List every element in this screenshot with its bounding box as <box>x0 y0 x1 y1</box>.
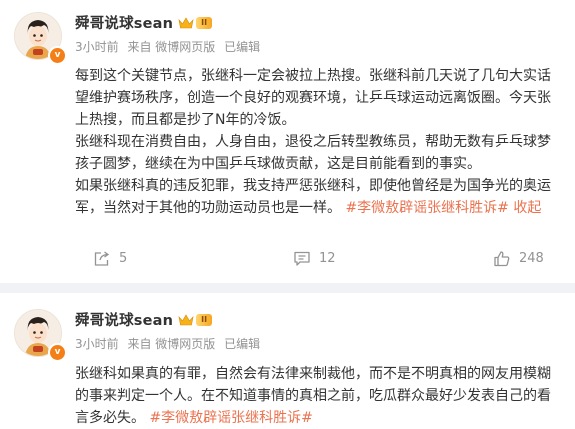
post-divider <box>0 283 575 293</box>
post-line: 孩子圆梦，继续在为中国乒乓球做贡献，这是目前能看到的事实。 <box>75 156 481 172</box>
collapse-link[interactable]: 收起 <box>513 200 541 216</box>
level-badge: II <box>196 16 213 29</box>
post-source: 来自 微博网页版 <box>127 40 216 54</box>
post-line: 张继科现在消费自由，人身自由，退役之后转型教练员，帮助无数有乒乓球梦 <box>75 134 551 150</box>
hashtag-link[interactable]: #李微敖辟谣张继科胜诉# <box>345 200 508 216</box>
post-meta: 3小时前 来自 微博网页版 已编辑 <box>75 335 265 352</box>
post-line: 望维护赛场秩序，创造一个良好的观赛环境，让乒乓球运动远离饭圈。今天张 <box>75 90 551 106</box>
thumbs-up-icon <box>494 251 510 267</box>
edited-label[interactable]: 已编辑 <box>224 337 260 351</box>
post-time[interactable]: 3小时前 <box>75 40 119 54</box>
username-link[interactable]: 舜哥说球sean <box>75 12 173 33</box>
comment-count: 12 <box>319 251 336 266</box>
post-source: 来自 微博网页版 <box>127 337 216 351</box>
crown-icon <box>178 17 194 29</box>
comment-button[interactable]: 12 <box>293 250 336 267</box>
post-line: 言多必失。 <box>75 410 145 426</box>
post-line: 军，当然对于其他的功勋运动员也是一样。 <box>75 200 341 216</box>
post-actions: 5 12 248 <box>0 250 575 272</box>
post-line: 的事来判定一个人。在不知道事情的真相之前，吃瓜群众最好少发表自己的看 <box>75 388 551 404</box>
weibo-post: v 舜哥说球sean II 3小时前 来自 微博网页版 已编辑 每到这个关键节点… <box>0 0 575 283</box>
weibo-post: v 舜哥说球sean II 3小时前 来自 微博网页版 已编辑 张继科如果真的有… <box>0 293 575 426</box>
post-line: 张继科如果真的有罪，自然会有法律来制裁他，而不是不明真相的网友用模糊 <box>75 366 551 382</box>
level-badge: II <box>196 313 213 326</box>
edited-label[interactable]: 已编辑 <box>224 40 260 54</box>
comment-bubble-icon <box>294 251 310 266</box>
post-line: 如果张继科真的违反犯罪，我支持严惩张继科，即使他曾经是为国争光的奥运 <box>75 178 551 194</box>
share-arrow-icon <box>94 251 110 266</box>
post-line: 每到这个关键节点，张继科一定会被拉上热搜。张继科前几天说了几句大实话 <box>75 68 551 84</box>
post-content: 张继科如果真的有罪，自然会有法律来制裁他，而不是不明真相的网友用模糊 的事来判定… <box>75 363 575 429</box>
post-line: 上热搜，而且都是抄了N年的冷饭。 <box>75 112 296 128</box>
username-link[interactable]: 舜哥说球sean <box>75 309 173 330</box>
post-meta: 3小时前 来自 微博网页版 已编辑 <box>75 38 265 55</box>
hashtag-link[interactable]: #李微敖辟谣张继科胜诉# <box>149 410 312 426</box>
post-time[interactable]: 3小时前 <box>75 337 119 351</box>
repost-button[interactable]: 5 <box>93 250 127 267</box>
verified-badge: v <box>48 46 67 65</box>
like-button[interactable]: 248 <box>493 250 544 267</box>
like-count: 248 <box>519 251 544 266</box>
post-content: 每到这个关键节点，张继科一定会被拉上热搜。张继科前几天说了几句大实话 望维护赛场… <box>75 65 575 219</box>
crown-icon <box>178 314 194 326</box>
repost-count: 5 <box>119 251 128 266</box>
verified-badge: v <box>48 343 67 362</box>
